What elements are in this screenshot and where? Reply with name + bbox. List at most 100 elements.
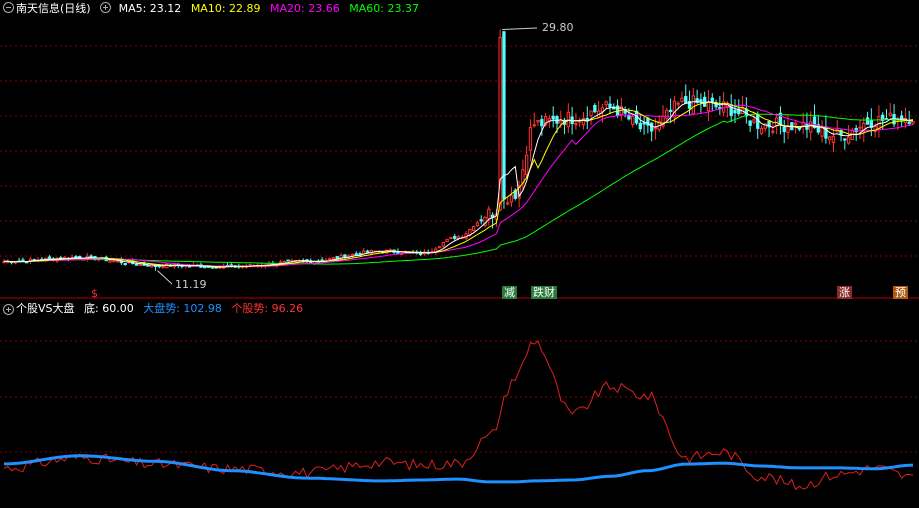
candle-down <box>479 219 483 222</box>
chart-canvas[interactable] <box>0 0 919 508</box>
candle-down <box>593 104 597 113</box>
signal-reduce: 减 <box>502 286 517 299</box>
market-trend-line <box>4 454 914 484</box>
indicator-header: 个股VS大盘 底: 60.00 大盘势: 102.98 个股势: 96.26 <box>16 302 309 316</box>
candle-up <box>691 95 695 115</box>
candle-down <box>843 138 847 141</box>
candle-down <box>540 119 544 127</box>
candle-up <box>828 136 832 141</box>
ma60-label: MA60: 23.37 <box>349 2 419 15</box>
candle-up <box>278 261 283 264</box>
candle-up <box>589 110 593 117</box>
candle-up <box>888 112 892 116</box>
candle-down <box>782 126 786 133</box>
candle-up <box>108 260 112 263</box>
candle-up <box>441 242 446 247</box>
candle-up <box>112 260 116 263</box>
candle-down <box>748 120 752 126</box>
candle-down <box>47 256 52 259</box>
stock-title: 南天信息(日线) <box>16 2 91 15</box>
candle-up <box>653 127 658 130</box>
candle-down <box>358 253 362 256</box>
candle-up <box>574 122 578 126</box>
low-price-pointer <box>157 270 173 285</box>
candle-up <box>138 263 143 266</box>
candle-up <box>509 194 514 203</box>
indicator-name: 个股VS大盘 <box>16 302 75 315</box>
low-price-label: 11.19 <box>175 278 207 291</box>
collapse-icon[interactable] <box>3 2 14 13</box>
candle-up <box>846 136 851 144</box>
signal-rise: 涨 <box>837 286 852 299</box>
candle-down <box>756 113 760 129</box>
candle-up <box>475 222 480 226</box>
candle-down <box>74 255 78 259</box>
candle-up <box>706 101 711 112</box>
expand-icon[interactable] <box>100 2 112 13</box>
candle-up <box>471 226 476 231</box>
ma10-label: MA10: 22.89 <box>190 2 261 15</box>
candle-up <box>506 202 510 205</box>
candle-down <box>453 236 457 239</box>
high-price-pointer <box>502 27 538 31</box>
candle-up <box>911 121 915 124</box>
candle-down <box>907 122 911 125</box>
candle-up <box>786 126 790 133</box>
stock-chart-window: 南天信息(日线) MA5: 23.12 MA10: 22.89 MA20: 23… <box>0 0 919 508</box>
candle-up <box>752 119 756 123</box>
candle-down <box>286 259 290 262</box>
candle-down <box>668 109 673 112</box>
signal-dollar: $ <box>91 287 98 300</box>
indicator-bottom: 底: 60.00 <box>84 302 134 315</box>
candle-up <box>331 257 336 260</box>
candle-down <box>608 103 612 108</box>
candle-up <box>631 116 635 125</box>
candle-down <box>642 122 646 125</box>
signal-pre: 预 <box>893 286 908 299</box>
candle-up <box>115 260 120 263</box>
candle-down <box>684 96 688 104</box>
candle-down <box>703 96 707 107</box>
candle-up <box>759 127 764 134</box>
candle-down <box>187 265 192 268</box>
ma5-label: MA5: 23.12 <box>118 2 182 15</box>
candle-up <box>559 120 563 124</box>
candle-up <box>547 118 552 122</box>
candle-down <box>365 250 370 253</box>
candle-up <box>437 246 442 249</box>
candle-up <box>771 130 775 133</box>
candle-up <box>161 266 165 269</box>
candle-down <box>615 105 620 116</box>
indicator-expand-icon[interactable] <box>3 304 14 315</box>
candle-up <box>793 122 798 126</box>
candle-down <box>203 266 207 269</box>
indicator-stock: 个股势: 96.26 <box>231 302 304 315</box>
candle-down <box>335 256 339 259</box>
candle-up <box>449 236 453 240</box>
signal-drop: 跌财 <box>531 286 557 299</box>
candle-up <box>532 124 536 127</box>
candle-up <box>676 102 680 105</box>
candle-up <box>831 136 836 144</box>
candle-up <box>680 97 684 102</box>
candle-down <box>134 263 139 266</box>
candle-up <box>604 101 608 106</box>
candle-up <box>877 116 881 130</box>
candle-down <box>627 115 631 120</box>
high-price-label: 29.80 <box>542 21 574 34</box>
candle-up <box>581 117 586 126</box>
candle-up <box>665 109 669 119</box>
candle-up <box>350 253 355 257</box>
candle-up <box>445 238 449 243</box>
candle-down <box>710 97 714 103</box>
ma20-label: MA20: 23.66 <box>270 2 340 15</box>
candle-up <box>536 120 540 123</box>
candle-down <box>551 115 555 120</box>
candle-down <box>733 109 737 114</box>
candle-up <box>487 208 491 220</box>
candle-down <box>502 31 506 200</box>
candle-down <box>354 253 358 256</box>
candle-up <box>328 258 332 261</box>
candle-down <box>89 255 93 258</box>
candle-down <box>649 122 654 132</box>
